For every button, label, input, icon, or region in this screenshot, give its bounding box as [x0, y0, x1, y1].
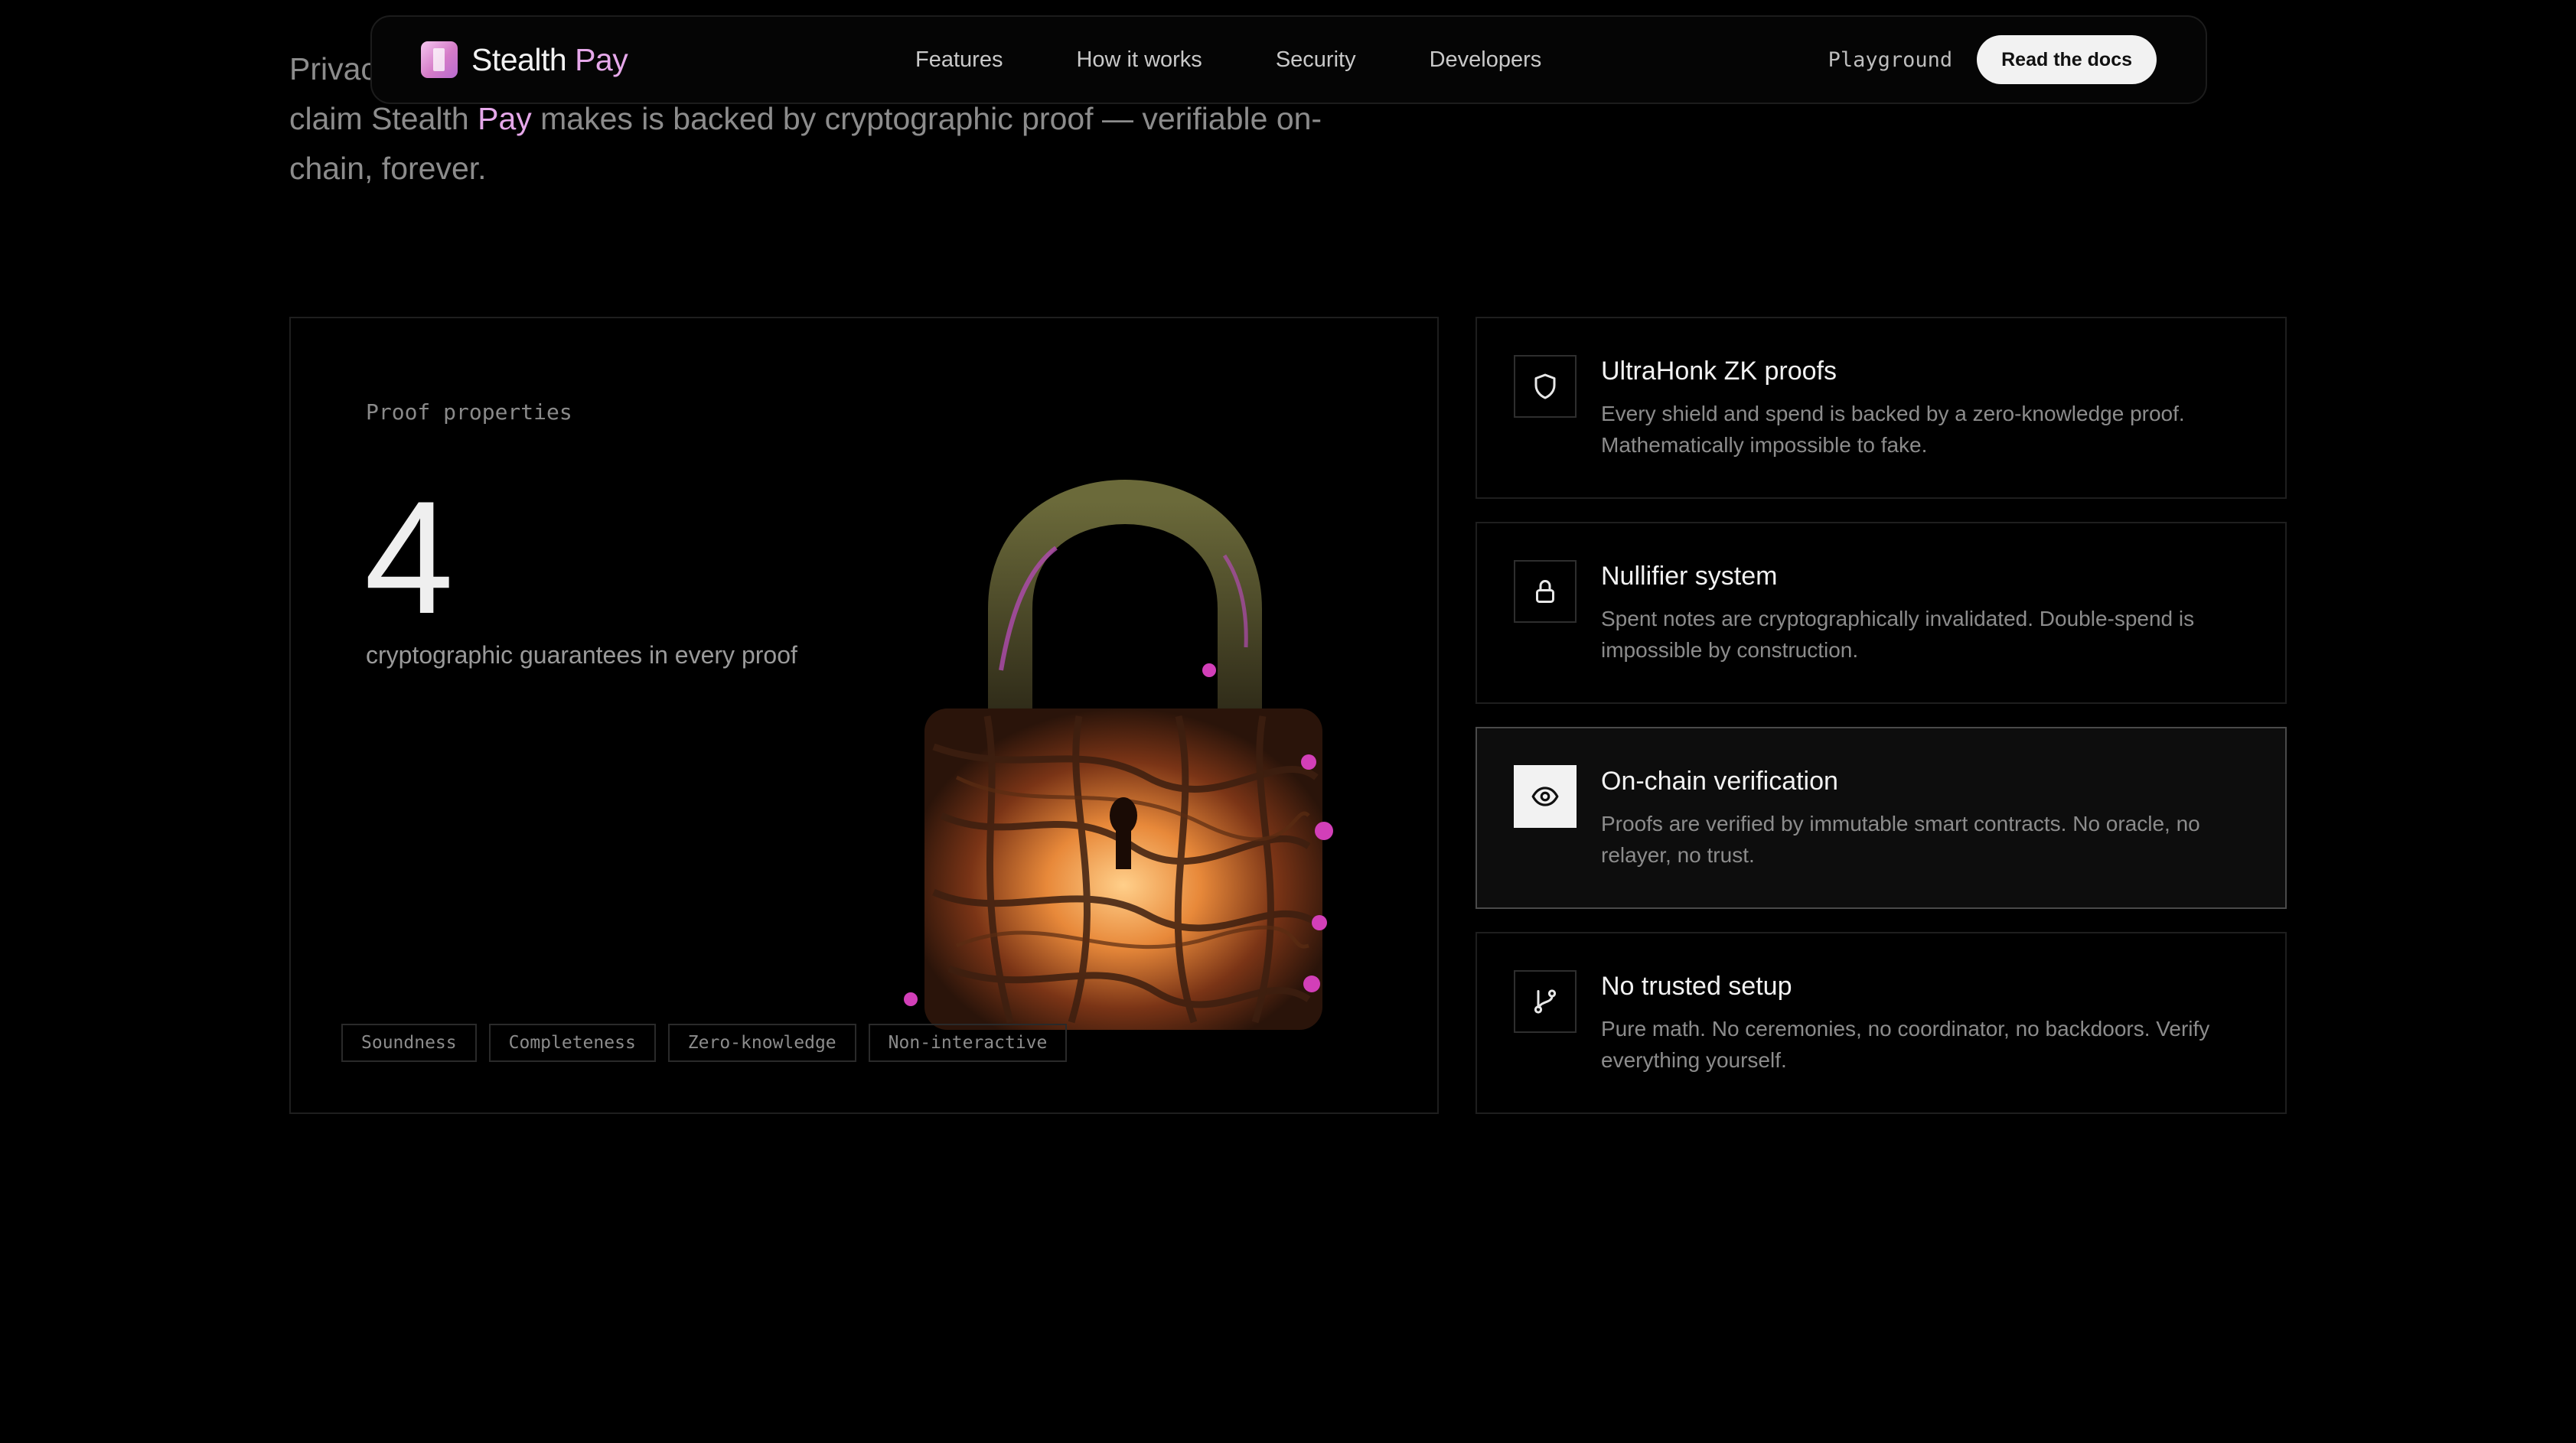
vine-padlock-illustration	[904, 479, 1333, 1030]
feature-description: Every shield and spend is backed by a ze…	[1601, 402, 2185, 457]
proof-kicker: Proof properties	[366, 399, 572, 425]
proof-subtitle: cryptographic guarantees in every proof	[366, 641, 797, 669]
feature-description: Proofs are verified by immutable smart c…	[1601, 812, 2200, 867]
feature-card-nullifier[interactable]: Nullifier system Spent notes are cryptog…	[1475, 522, 2287, 704]
feature-description: Pure math. No ceremonies, no coordinator…	[1601, 1017, 2210, 1072]
eye-icon	[1514, 765, 1577, 828]
feature-description: Spent notes are cryptographically invali…	[1601, 607, 2195, 662]
brand-name-main: Stealth	[471, 41, 567, 77]
feature-title: No trusted setup	[1601, 972, 1792, 1001]
feature-title: UltraHonk ZK proofs	[1601, 357, 1837, 386]
feature-card-no-trusted-setup[interactable]: No trusted setup Pure math. No ceremonie…	[1475, 932, 2287, 1114]
feature-title: On-chain verification	[1601, 767, 1838, 796]
intro-line-2-end: makes is backed by cryptographic proof —…	[531, 101, 1322, 136]
brand-logo-link[interactable]: Stealth Pay	[421, 41, 628, 78]
git-branch-icon	[1514, 970, 1577, 1033]
proof-tags: Soundness Completeness Zero-knowledge No…	[341, 1024, 1068, 1062]
tag-non-interactive: Non-interactive	[868, 1024, 1068, 1062]
page: Privac claim Stealth Pay makes is backed…	[0, 0, 2576, 1443]
tag-soundness: Soundness	[341, 1024, 477, 1062]
intro-line-3: chain, forever.	[289, 151, 487, 186]
nav-links: Features How it works Security Developer…	[915, 47, 1541, 73]
top-navigation: Stealth Pay Features How it works Securi…	[370, 15, 2207, 104]
feature-card-on-chain-verification[interactable]: On-chain verification Proofs are verifie…	[1475, 727, 2287, 909]
read-docs-button[interactable]: Read the docs	[1977, 35, 2157, 84]
tag-zero-knowledge: Zero-knowledge	[667, 1024, 856, 1062]
feature-title: Nullifier system	[1601, 562, 1778, 591]
intro-line-1: Privac	[289, 51, 377, 86]
lock-icon	[1514, 560, 1577, 623]
shield-icon	[1514, 355, 1577, 418]
nav-link-how-it-works[interactable]: How it works	[1076, 47, 1202, 73]
brand-name-accent: Pay	[575, 41, 628, 77]
intro-brand-highlight: Pay	[478, 101, 532, 136]
nav-link-security[interactable]: Security	[1276, 47, 1356, 73]
proof-count: 4	[364, 467, 454, 647]
brand-name: Stealth Pay	[471, 42, 628, 78]
tag-completeness: Completeness	[488, 1024, 656, 1062]
nav-link-features[interactable]: Features	[915, 47, 1003, 73]
intro-line-2-start: claim Stealth	[289, 101, 478, 136]
nav-actions: Playground Read the docs	[1828, 35, 2157, 84]
proof-properties-card: Proof properties 4 cryptographic guarant…	[289, 317, 1439, 1114]
playground-link[interactable]: Playground	[1828, 48, 1953, 72]
stealth-pay-logo-icon	[421, 41, 458, 78]
feature-card-ultrahonk[interactable]: UltraHonk ZK proofs Every shield and spe…	[1475, 317, 2287, 499]
nav-link-developers[interactable]: Developers	[1430, 47, 1542, 73]
